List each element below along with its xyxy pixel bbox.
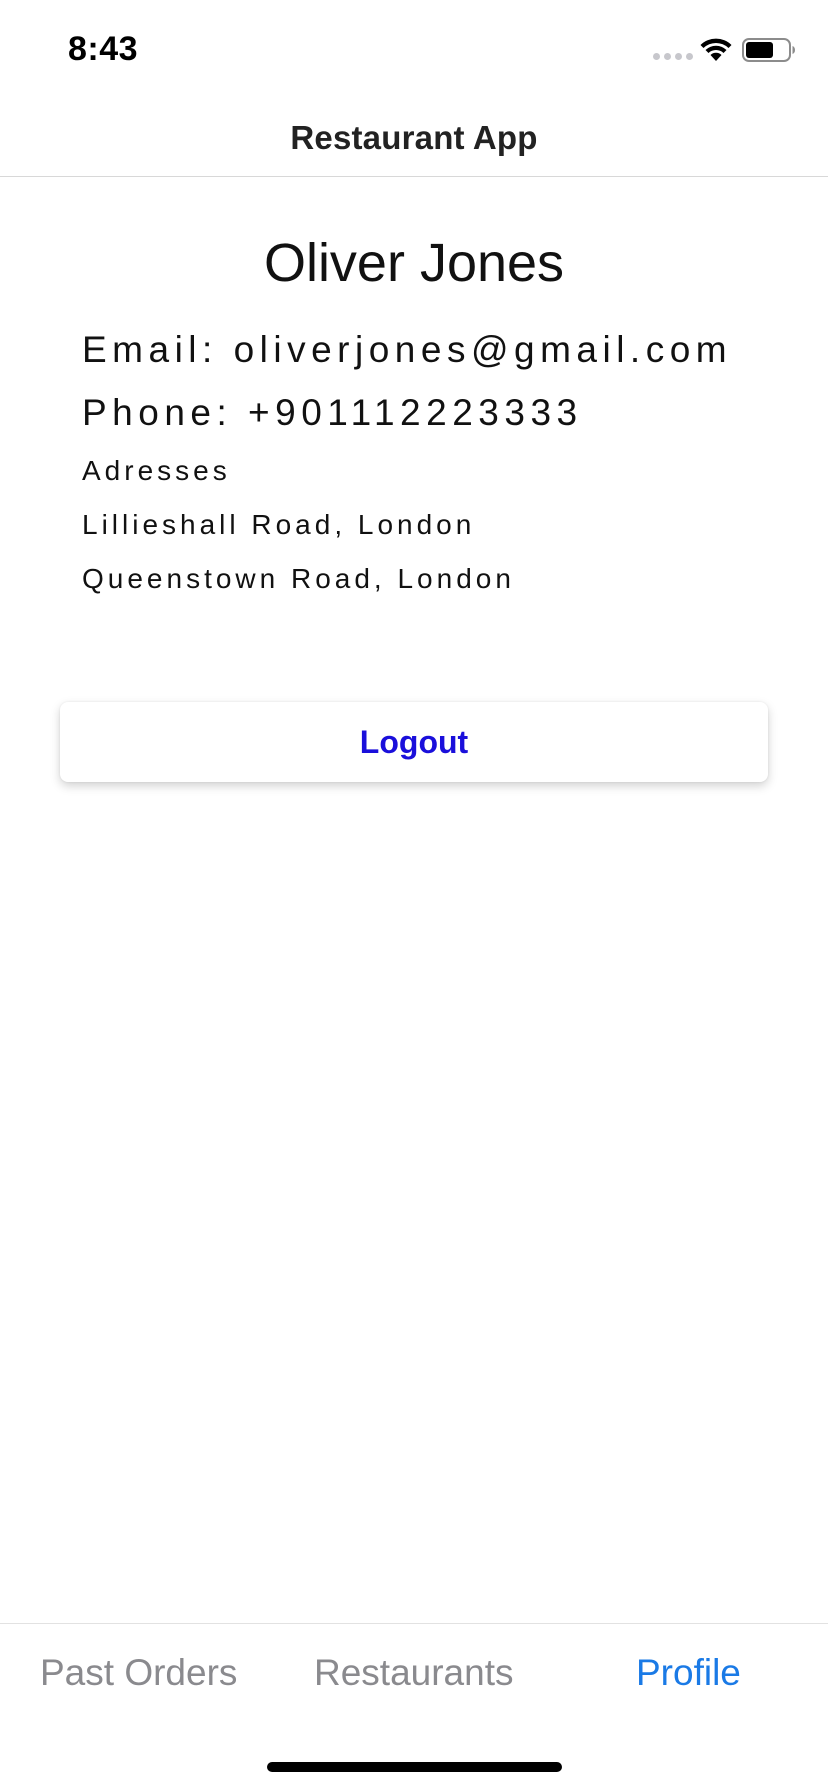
battery-icon (742, 38, 795, 62)
profile-email: Email: oliverjones@gmail.com (82, 329, 733, 370)
profile-phone: Phone: +901112223333 (82, 392, 583, 433)
profile-name: Oliver Jones (263, 233, 565, 293)
address-item: Queenstown Road, London (82, 563, 515, 594)
page-title: Restaurant App (290, 119, 538, 156)
profile-screen: 8:43 Restaurant App Oliver Jones Email: … (0, 0, 828, 1792)
address-item: Lillieshall Road, London (82, 509, 476, 540)
tab-past-orders[interactable]: Past Orders (40, 1652, 237, 1694)
navigation-bar: Restaurant App (0, 100, 828, 177)
tab-restaurants[interactable]: Restaurants (314, 1652, 514, 1694)
tab-profile[interactable]: Profile (636, 1652, 741, 1694)
status-time: 8:43 (68, 30, 139, 68)
logout-button[interactable]: Logout (60, 702, 768, 782)
home-indicator[interactable] (267, 1762, 562, 1772)
wifi-icon (700, 38, 732, 61)
status-bar: 8:43 (0, 0, 828, 100)
cellular-signal-icon (653, 53, 693, 60)
addresses-heading: Adresses (82, 455, 231, 486)
